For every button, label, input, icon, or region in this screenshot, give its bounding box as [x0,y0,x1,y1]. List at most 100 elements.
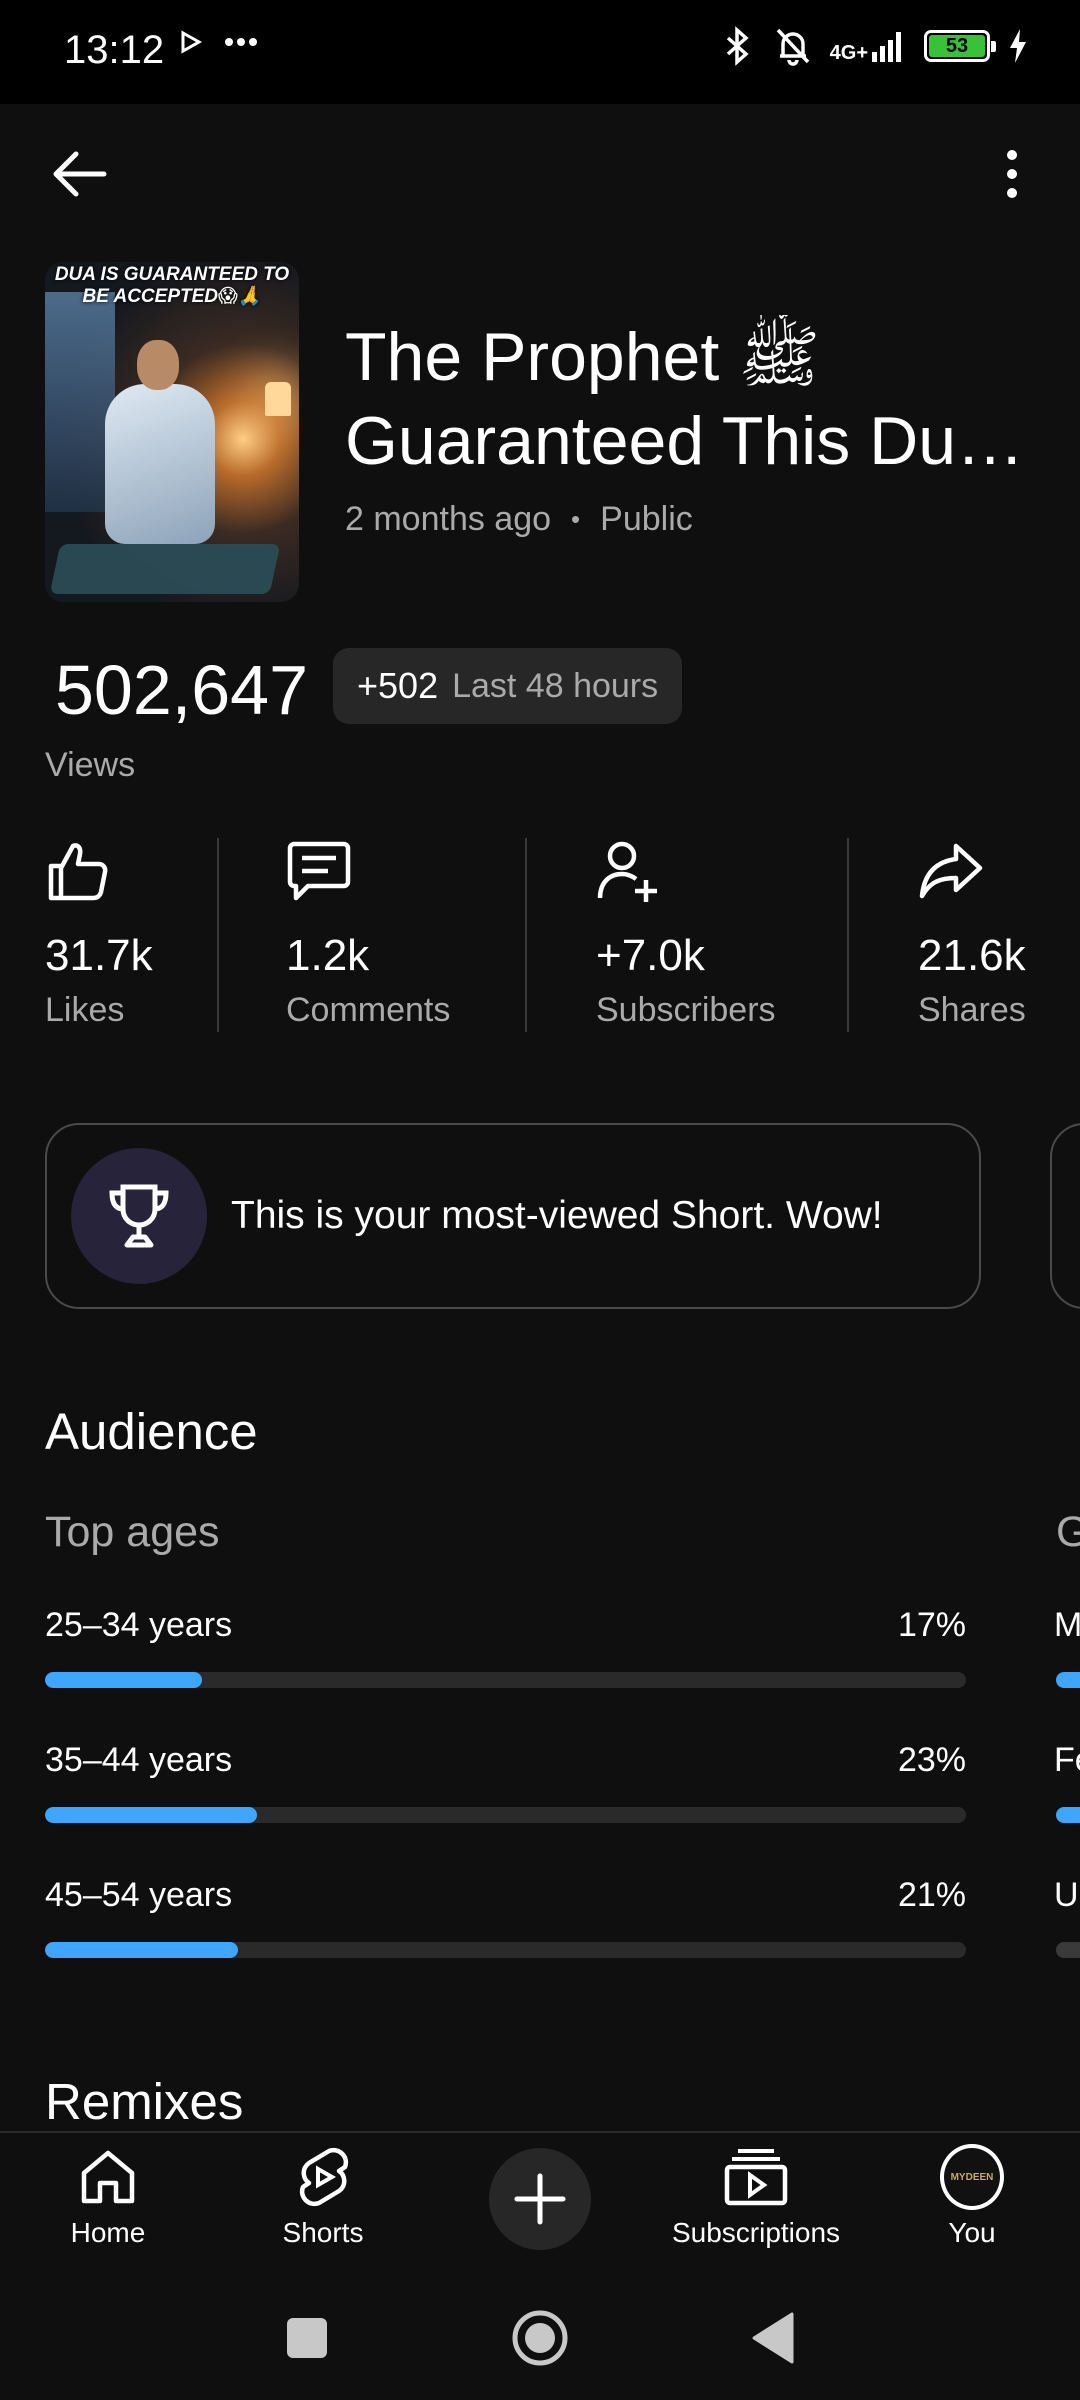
nav-home[interactable]: Home [8,2145,208,2249]
video-thumbnail[interactable]: DUA IS GUARANTEED TO BE ACCEPTED😱🙏 [45,262,299,602]
age-bar-fill [45,1942,239,1958]
remixes-title: Remixes [45,2073,244,2130]
status-left-icons [180,30,258,54]
stat-value: 31.7k [45,931,153,980]
milestone-card[interactable]: This is your most-viewed Short. Wow! [45,1123,981,1309]
thumbnail-person-head [137,340,179,390]
video-visibility: Public [600,500,693,538]
video-title-line-2: Guaranteed This Du… [345,403,1025,479]
more-vert-icon [1007,150,1017,198]
bluetooth-icon [726,26,749,66]
age-bar-fill [45,1807,257,1823]
views-count: 502,647 [55,651,309,729]
stat-divider [847,838,849,1032]
video-title-line-1: The Prophet ﷺ [345,319,821,395]
nav-label: Home [70,2217,146,2248]
stat-divider [217,838,219,1032]
stat-value: 21.6k [918,931,1026,980]
nav-shorts[interactable]: Shorts [223,2145,423,2249]
nav-subscriptions[interactable]: Subscriptions [656,2145,856,2249]
nav-label: Shorts [282,2217,364,2248]
stat-label: Likes [45,991,125,1029]
more-options-button[interactable] [972,134,1052,214]
stat-label: Shares [918,991,1026,1029]
stat-likes[interactable]: 31.7k Likes [45,838,153,1030]
square-icon [287,2318,327,2358]
comment-icon [287,841,351,901]
nav-subscriptions-icon-wrap [724,2145,788,2209]
age-row: 45–54 years 21% [45,1876,966,1958]
next-card-bar-peek [1056,1807,1080,1823]
share-icon [919,843,983,899]
home-icon [81,2150,135,2204]
network-indicator: 4G+ [829,30,906,64]
age-row: 25–34 years 17% [45,1606,966,1688]
charging-icon [1010,29,1026,63]
views-recent-chip: +502 Last 48 hours [333,648,683,724]
stat-shares[interactable]: 21.6k Shares [918,838,1026,1030]
bell-off-icon [776,28,809,66]
plus-icon [514,2173,566,2225]
nav-label: You [948,2217,996,2248]
status-right-icons: 4G+ 53 [720,26,1028,66]
views-recent-label: Last 48 hours [452,666,659,705]
audience-title: Audience [45,1403,258,1460]
age-bar-track [45,1807,966,1823]
status-time: 13:12 [64,28,165,72]
stat-label: Comments [286,991,451,1029]
video-title: The Prophet ﷺ Guaranteed This Du… [345,315,1045,483]
battery-icon: 53 [924,30,996,62]
back-button[interactable] [38,134,118,214]
network-type: 4G+ [829,42,868,64]
signal-icon [872,32,901,62]
create-button[interactable] [489,2148,591,2250]
back-system-button[interactable] [737,2303,807,2373]
bottom-nav: Home Shorts Subscriptions MYDEEN You [0,2133,1080,2273]
recents-button[interactable] [272,2303,342,2373]
battery-level: 53 [929,35,985,57]
system-nav-bar [0,2273,1080,2400]
stat-label: Subscribers [596,991,776,1029]
thumbnail-caption: DUA IS GUARANTEED TO BE ACCEPTED😱🙏 [54,264,290,307]
stat-value: +7.0k [596,931,705,980]
nav-home-icon-wrap [76,2145,140,2209]
next-card-label-peek: U [1054,1876,1079,1914]
stat-comments[interactable]: 1.2k Comments [286,838,450,1030]
top-ages-title: Top ages [45,1508,220,1556]
home-system-button[interactable] [505,2303,575,2373]
trophy-icon [109,1184,169,1248]
triangle-back-icon [752,2312,794,2364]
views-label: Views [45,746,136,784]
app-bar [0,104,1080,234]
stat-divider [525,838,527,1032]
age-label: 25–34 years [45,1606,233,1644]
age-bar-track [45,1942,966,1958]
views-recent-change: +502 [357,665,439,706]
thumbnail-person [105,340,215,560]
play-notification-icon [181,30,202,54]
next-card-label-peek: Fe [1054,1741,1080,1779]
avatar: MYDEEN [940,2144,1004,2210]
arrow-back-icon [53,151,107,197]
age-percent: 23% [897,1741,966,1779]
age-bar-fill [45,1672,202,1688]
nav-shorts-icon-wrap [291,2145,355,2209]
nav-you[interactable]: MYDEEN You [872,2144,1072,2249]
next-audience-card-title-peek: G [1056,1508,1080,1556]
thumbnail-person-body [105,384,215,544]
next-card-bar-peek [1056,1672,1080,1688]
age-bar-track [45,1672,966,1688]
age-label: 35–44 years [45,1741,233,1779]
add-person-icon [597,841,657,902]
stat-value: 1.2k [286,931,370,980]
next-milestone-card-peek[interactable] [1050,1123,1080,1309]
video-age: 2 months ago [345,500,552,538]
thumbnail-lamp [265,382,291,416]
circle-icon [512,2310,568,2366]
more-notifications-icon [225,38,257,46]
stat-subscribers[interactable]: +7.0k Subscribers [596,838,776,1030]
thumbs-up-icon [48,843,108,901]
nav-label: Subscriptions [671,2217,841,2248]
next-card-label-peek: M [1054,1606,1080,1644]
age-percent: 21% [897,1876,966,1914]
